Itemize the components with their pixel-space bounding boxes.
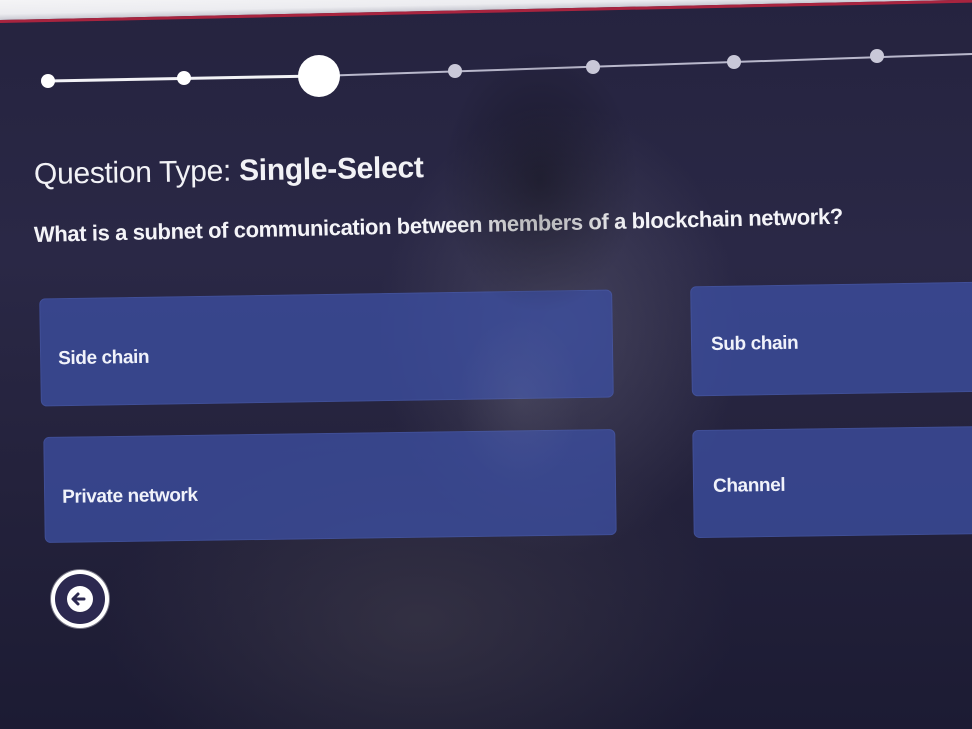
back-button[interactable] [51, 570, 109, 628]
arrow-left-icon [67, 586, 93, 612]
progress-step-7 [870, 49, 884, 63]
answer-option-sub-chain[interactable]: Sub chain [690, 281, 972, 397]
answer-option-label: Private network [61, 484, 198, 508]
progress-step-4 [448, 64, 462, 78]
answer-option-label: Side chain [57, 346, 150, 370]
question-text: What is a subnet of communication betwee… [33, 203, 844, 247]
question-type-value: Single-Select [238, 151, 424, 188]
quiz-screen: Question Type: Single-Select What is a s… [0, 0, 972, 729]
answer-option-private-network[interactable]: Private network [43, 429, 617, 543]
answer-option-label: Sub chain [710, 332, 799, 356]
answer-option-channel[interactable]: Channel [692, 425, 972, 539]
progress-step-2 [177, 71, 191, 85]
progress-stepper [0, 0, 972, 120]
progress-step-6 [727, 55, 741, 69]
answer-option-label: Channel [712, 474, 786, 497]
answer-option-side-chain[interactable]: Side chain [39, 289, 614, 407]
progress-step-5 [586, 60, 600, 74]
progress-step-3-current [298, 55, 340, 97]
question-type-prefix: Question Type: [33, 154, 240, 191]
question-type-heading: Question Type: Single-Select [34, 151, 424, 192]
progress-step-1 [41, 74, 55, 88]
